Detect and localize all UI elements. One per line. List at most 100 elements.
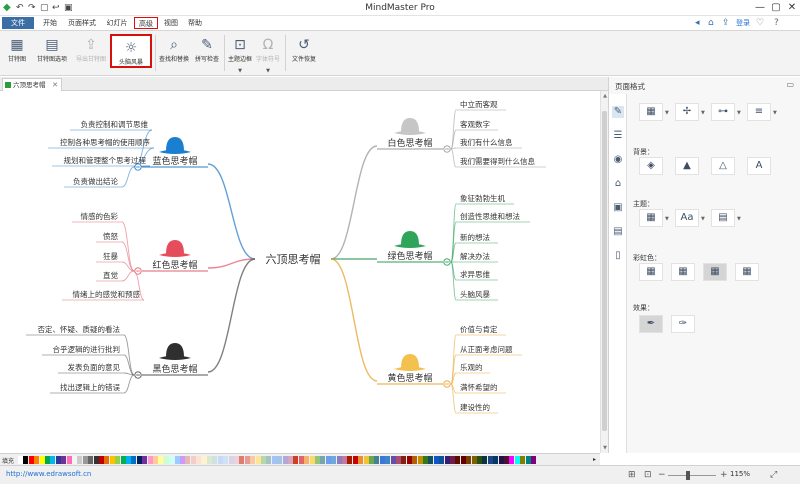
color-swatch[interactable] bbox=[277, 456, 283, 464]
color-swatch[interactable] bbox=[153, 456, 158, 464]
color-swatch[interactable] bbox=[379, 456, 385, 464]
color-swatch[interactable] bbox=[509, 456, 515, 464]
subtopic[interactable]: 情感的色彩 bbox=[81, 211, 119, 221]
theme-border-button[interactable]: ⊡ 主题边框 ▼ bbox=[226, 33, 254, 74]
color-swatch[interactable] bbox=[385, 456, 391, 464]
color-swatch[interactable] bbox=[207, 456, 212, 464]
chevron-down-icon[interactable]: ▼ bbox=[701, 216, 705, 222]
color-swatch[interactable] bbox=[428, 456, 434, 464]
color-swatch[interactable] bbox=[282, 456, 288, 464]
branch-topic[interactable]: 红色思考帽 bbox=[152, 259, 197, 271]
color-swatch[interactable] bbox=[23, 456, 29, 464]
file-recovery-button[interactable]: ↺ 文件恢复 bbox=[288, 33, 320, 71]
palette-more-icon[interactable]: ▸ bbox=[593, 456, 596, 463]
color-swatch[interactable] bbox=[174, 456, 180, 464]
branch-topic[interactable]: 黑色思考帽 bbox=[152, 363, 197, 375]
rainbow-option-2[interactable]: ▦ bbox=[671, 263, 695, 281]
color-swatch[interactable] bbox=[477, 456, 482, 464]
color-swatch[interactable] bbox=[142, 456, 148, 464]
color-swatch[interactable] bbox=[266, 456, 272, 464]
vertical-scrollbar[interactable]: ▲ ▼ bbox=[600, 91, 608, 453]
subtopic[interactable]: 愤怒 bbox=[103, 231, 118, 241]
help-icon[interactable]: ? bbox=[774, 17, 779, 29]
subtopic[interactable]: 解决办法 bbox=[460, 251, 490, 261]
zoom-slider-knob[interactable] bbox=[686, 471, 690, 480]
zoom-slider[interactable] bbox=[668, 475, 716, 476]
color-swatch[interactable] bbox=[82, 456, 88, 464]
color-swatch[interactable] bbox=[493, 456, 499, 464]
subtopic[interactable]: 我们有什么信息 bbox=[460, 137, 513, 147]
color-swatch[interactable] bbox=[320, 456, 326, 464]
color-swatch[interactable] bbox=[288, 456, 293, 464]
subtopic[interactable]: 情绪上的感觉和预感 bbox=[73, 289, 141, 299]
home-icon[interactable]: ⌂ bbox=[708, 17, 714, 29]
color-swatch[interactable] bbox=[315, 456, 320, 464]
branch-topic[interactable]: 白色思考帽 bbox=[387, 137, 432, 149]
color-swatch[interactable] bbox=[271, 456, 277, 464]
color-swatch[interactable] bbox=[72, 456, 77, 464]
color-swatch[interactable] bbox=[212, 456, 218, 464]
color-swatch[interactable] bbox=[444, 456, 450, 464]
find-replace-button[interactable]: ⌕ 查找和替换 bbox=[157, 33, 191, 71]
color-swatch[interactable] bbox=[120, 456, 126, 464]
format-brush-icon[interactable]: ✎ bbox=[612, 106, 624, 118]
color-swatch[interactable] bbox=[325, 456, 331, 464]
scrollbar-thumb[interactable] bbox=[602, 111, 607, 431]
color-swatch[interactable] bbox=[50, 456, 56, 464]
branch-topic[interactable]: 蓝色思考帽 bbox=[152, 155, 197, 167]
color-swatch[interactable] bbox=[180, 456, 185, 464]
theme-color-option[interactable]: ▤ bbox=[711, 209, 735, 227]
color-swatch[interactable] bbox=[115, 456, 121, 464]
layout-list-option[interactable]: ≡ bbox=[747, 103, 771, 121]
rainbow-option-3[interactable]: ▦ bbox=[703, 263, 727, 281]
color-swatch[interactable] bbox=[460, 456, 466, 464]
color-swatch[interactable] bbox=[412, 456, 418, 464]
presentation-icon[interactable]: ▯ bbox=[612, 250, 624, 262]
color-swatch[interactable] bbox=[93, 456, 99, 464]
maximize-button[interactable]: ▢ bbox=[768, 1, 784, 15]
color-swatch[interactable] bbox=[169, 456, 175, 464]
subtopic[interactable]: 狂暴 bbox=[103, 251, 118, 261]
color-swatch[interactable] bbox=[293, 456, 299, 464]
color-swatch[interactable] bbox=[34, 456, 40, 464]
color-swatch[interactable] bbox=[390, 456, 396, 464]
color-swatch[interactable] bbox=[28, 456, 34, 464]
export-gantt-button[interactable]: ⇪ 导出甘特图 bbox=[72, 33, 110, 71]
menu-slides[interactable]: 幻灯片 bbox=[102, 17, 132, 29]
fit-page-icon[interactable]: ⊞ bbox=[628, 470, 636, 480]
font-symbol-button[interactable]: Ω 字体符号 ▼ bbox=[254, 33, 282, 74]
color-swatch[interactable] bbox=[201, 456, 207, 464]
subtopic[interactable]: 客观数字 bbox=[460, 119, 490, 129]
color-swatch[interactable] bbox=[190, 456, 196, 464]
subtopic[interactable]: 规划和管理整个思考过程 bbox=[64, 155, 147, 165]
color-swatch[interactable] bbox=[239, 456, 245, 464]
menu-page-style[interactable]: 页面样式 bbox=[64, 17, 100, 29]
subtopic[interactable]: 发表负面的意见 bbox=[68, 362, 121, 372]
color-swatch[interactable] bbox=[396, 456, 401, 464]
zoom-in-icon[interactable]: + bbox=[720, 470, 728, 480]
subtopic[interactable]: 负责控制和调节思维 bbox=[81, 119, 149, 129]
color-swatch[interactable] bbox=[369, 456, 374, 464]
color-swatch[interactable] bbox=[66, 456, 72, 464]
color-swatch[interactable] bbox=[298, 456, 304, 464]
color-swatch[interactable] bbox=[185, 456, 191, 464]
color-swatch[interactable] bbox=[104, 456, 110, 464]
subtopic[interactable]: 负责做出结论 bbox=[73, 176, 118, 186]
subtopic[interactable]: 乐观的 bbox=[460, 362, 483, 372]
color-swatch[interactable] bbox=[39, 456, 45, 464]
color-swatch[interactable] bbox=[61, 456, 67, 464]
color-swatch[interactable] bbox=[234, 456, 239, 464]
color-swatch[interactable] bbox=[471, 456, 477, 464]
home-page-icon[interactable]: ⌂ bbox=[612, 178, 624, 190]
minimize-button[interactable]: — bbox=[752, 1, 768, 15]
brainstorm-button[interactable]: ☼ 头脑风暴 bbox=[110, 34, 152, 68]
color-swatch[interactable] bbox=[99, 456, 104, 464]
color-swatch[interactable] bbox=[482, 456, 488, 464]
color-swatch[interactable] bbox=[158, 456, 164, 464]
subtopic[interactable]: 中立而客观 bbox=[460, 99, 498, 109]
color-swatch[interactable] bbox=[255, 456, 261, 464]
color-swatch[interactable] bbox=[439, 456, 445, 464]
subtopic[interactable]: 控制各种思考帽的使用顺序 bbox=[60, 137, 150, 147]
rainbow-option-4[interactable]: ▦ bbox=[735, 263, 759, 281]
color-swatch[interactable] bbox=[55, 456, 61, 464]
